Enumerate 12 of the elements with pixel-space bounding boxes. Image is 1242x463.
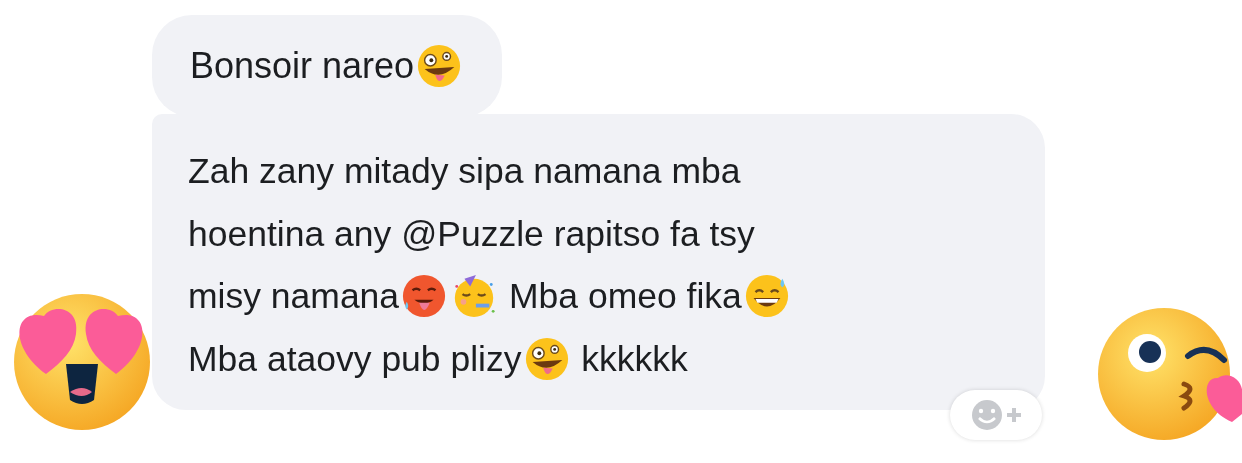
message-text: Mba omeo fika bbox=[508, 275, 742, 318]
message-text: Zah zany mitady sipa namana mba bbox=[188, 150, 741, 193]
message-text: misy namana bbox=[188, 275, 400, 318]
message-text: kkkkkk bbox=[580, 337, 688, 381]
zany-face-icon bbox=[416, 43, 463, 89]
zany-face-icon bbox=[523, 335, 570, 382]
message-text: hoentina any @Puzzle rapitso fa tsy bbox=[188, 212, 755, 256]
message-text: Bonsoir nareo bbox=[190, 44, 415, 88]
hot-face-icon bbox=[401, 273, 448, 320]
message-text: Mba ataovy pub plizy bbox=[188, 337, 522, 381]
add-reaction-button[interactable] bbox=[950, 390, 1042, 440]
sweat-smile-icon bbox=[743, 273, 790, 320]
